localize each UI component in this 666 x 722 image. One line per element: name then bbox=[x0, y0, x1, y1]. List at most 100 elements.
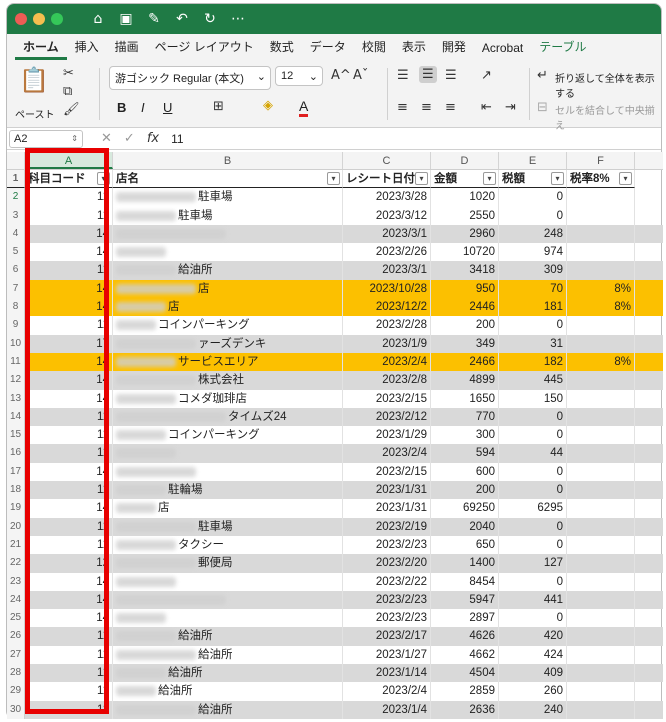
cell-b[interactable]: 給油所 bbox=[113, 682, 343, 701]
decrease-font-icon[interactable]: Aˇ bbox=[353, 68, 368, 83]
cell-e[interactable]: 44 bbox=[499, 444, 567, 463]
cell-e[interactable]: 150 bbox=[499, 389, 567, 408]
cell-d[interactable]: 2897 bbox=[431, 609, 499, 628]
cell-f[interactable] bbox=[567, 664, 635, 683]
cell-a[interactable]: 11 bbox=[25, 407, 113, 427]
font-name-select[interactable]: 游ゴシック Regular (本文) ⌄ bbox=[109, 66, 271, 90]
cell-d[interactable]: 3418 bbox=[431, 261, 499, 280]
row-header[interactable]: 20 bbox=[7, 517, 25, 536]
cell-c[interactable]: 2023/2/23 bbox=[343, 535, 431, 555]
merge-icon[interactable]: ⊟ bbox=[537, 100, 548, 115]
tab-10[interactable]: テーブル bbox=[531, 38, 594, 60]
row-header[interactable]: 3 bbox=[7, 206, 25, 225]
header-cell-taxrate[interactable]: 税率8% ▾ bbox=[567, 170, 635, 189]
tab-2[interactable]: 描画 bbox=[107, 38, 147, 60]
cell-e[interactable]: 0 bbox=[499, 572, 567, 591]
column-header-b[interactable]: B bbox=[113, 152, 343, 169]
edit-save-icon[interactable]: ✎ bbox=[145, 11, 163, 27]
align-left-icon[interactable]: ≡ bbox=[397, 100, 408, 115]
cell-c[interactable]: 2023/2/28 bbox=[343, 316, 431, 335]
cell-b[interactable]: 株式会社 bbox=[113, 371, 343, 390]
cell-e[interactable]: 127 bbox=[499, 554, 567, 573]
cell-d[interactable]: 1020 bbox=[431, 188, 499, 207]
cell-d[interactable]: 1400 bbox=[431, 554, 499, 573]
cell-c[interactable]: 2023/2/8 bbox=[343, 371, 431, 390]
italic-button[interactable]: I bbox=[141, 100, 145, 115]
cell-b[interactable] bbox=[113, 462, 343, 482]
cell-e[interactable]: 309 bbox=[499, 261, 567, 280]
row-header[interactable]: 2 bbox=[7, 188, 25, 207]
cell-f[interactable] bbox=[567, 499, 635, 518]
cell-d[interactable]: 2636 bbox=[431, 700, 499, 719]
close-window-button[interactable] bbox=[15, 13, 27, 25]
cell-b[interactable]: タクシー bbox=[113, 535, 343, 555]
cell-e[interactable]: 31 bbox=[499, 334, 567, 353]
cell-d[interactable]: 2446 bbox=[431, 298, 499, 317]
row-header[interactable]: 22 bbox=[7, 554, 25, 573]
row-header[interactable]: 27 bbox=[7, 645, 25, 665]
cell-a[interactable]: 11 bbox=[25, 444, 113, 463]
row-header[interactable]: 6 bbox=[7, 261, 25, 280]
cell-f[interactable] bbox=[567, 371, 635, 390]
cell-f[interactable] bbox=[567, 590, 635, 610]
bold-button[interactable]: B bbox=[117, 100, 126, 115]
borders-icon[interactable]: ⊞ bbox=[213, 99, 224, 114]
row-header[interactable]: 17 bbox=[7, 462, 25, 482]
cell-a[interactable]: 11 bbox=[25, 664, 113, 683]
cell-d[interactable]: 950 bbox=[431, 279, 499, 299]
column-header-d[interactable]: D bbox=[431, 152, 499, 169]
paste-icon[interactable]: 📋 bbox=[19, 66, 49, 94]
header-cell-tax[interactable]: 税額 ▾ bbox=[499, 170, 567, 189]
cell-d[interactable]: 2859 bbox=[431, 682, 499, 701]
cell-c[interactable]: 2023/2/20 bbox=[343, 554, 431, 573]
cell-d[interactable]: 5947 bbox=[431, 590, 499, 610]
tab-0[interactable]: ホーム bbox=[15, 38, 67, 60]
cell-f[interactable] bbox=[567, 645, 635, 665]
fill-color-icon[interactable]: ◈ bbox=[263, 98, 273, 113]
cell-b[interactable]: 店 bbox=[113, 298, 343, 317]
header-cell-code[interactable]: 科目コード ▾ bbox=[25, 170, 113, 189]
cell-f[interactable] bbox=[567, 261, 635, 280]
cell-d[interactable]: 8454 bbox=[431, 572, 499, 591]
cell-c[interactable]: 2023/1/31 bbox=[343, 481, 431, 500]
tab-4[interactable]: 数式 bbox=[262, 38, 302, 60]
formula-input[interactable]: 11 bbox=[171, 132, 183, 146]
cell-d[interactable]: 1650 bbox=[431, 389, 499, 408]
cell-c[interactable]: 2023/2/15 bbox=[343, 462, 431, 482]
cell-e[interactable]: 0 bbox=[499, 206, 567, 225]
header-cell-date[interactable]: レシート日付 ▾ bbox=[343, 170, 431, 189]
home-icon[interactable]: ⌂ bbox=[89, 11, 107, 27]
column-header-a[interactable]: A bbox=[25, 152, 113, 169]
merge-center-button[interactable]: セルを結合して中央揃え bbox=[555, 102, 661, 132]
cell-e[interactable]: 70 bbox=[499, 279, 567, 299]
cell-b[interactable]: 店 bbox=[113, 499, 343, 518]
cell-b[interactable]: タイムズ24 bbox=[113, 407, 343, 427]
tab-3[interactable]: ページ レイアウト bbox=[147, 38, 262, 60]
cell-b[interactable]: コインパーキング bbox=[113, 316, 343, 335]
cell-e[interactable]: 0 bbox=[499, 462, 567, 482]
cell-a[interactable]: 14 bbox=[25, 389, 113, 408]
cell-d[interactable]: 594 bbox=[431, 444, 499, 463]
cell-a[interactable]: 11 bbox=[25, 645, 113, 665]
cell-f[interactable] bbox=[567, 444, 635, 463]
copy-icon[interactable]: ⧉ bbox=[63, 84, 72, 99]
cell-c[interactable]: 2023/2/23 bbox=[343, 590, 431, 610]
filter-dropdown-icon[interactable]: ▾ bbox=[97, 172, 110, 185]
cell-a[interactable]: 14 bbox=[25, 590, 113, 610]
cell-f[interactable] bbox=[567, 462, 635, 482]
row-header[interactable]: 26 bbox=[7, 627, 25, 646]
increase-font-icon[interactable]: A^ bbox=[331, 68, 351, 83]
cell-d[interactable]: 4899 bbox=[431, 371, 499, 390]
cell-e[interactable]: 0 bbox=[499, 481, 567, 500]
cell-d[interactable]: 10720 bbox=[431, 243, 499, 262]
row-header[interactable]: 29 bbox=[7, 682, 25, 701]
align-bottom-icon[interactable]: ☰ bbox=[445, 68, 457, 83]
underline-button[interactable]: U bbox=[163, 100, 172, 115]
font-color-icon[interactable]: A bbox=[299, 98, 309, 117]
cell-c[interactable]: 2023/2/12 bbox=[343, 407, 431, 427]
cell-e[interactable]: 409 bbox=[499, 664, 567, 683]
cell-c[interactable]: 2023/2/22 bbox=[343, 572, 431, 591]
cell-e[interactable]: 0 bbox=[499, 188, 567, 207]
increase-indent-icon[interactable]: ⇥ bbox=[505, 100, 516, 115]
wrap-text-icon[interactable]: ↵ bbox=[537, 68, 548, 83]
